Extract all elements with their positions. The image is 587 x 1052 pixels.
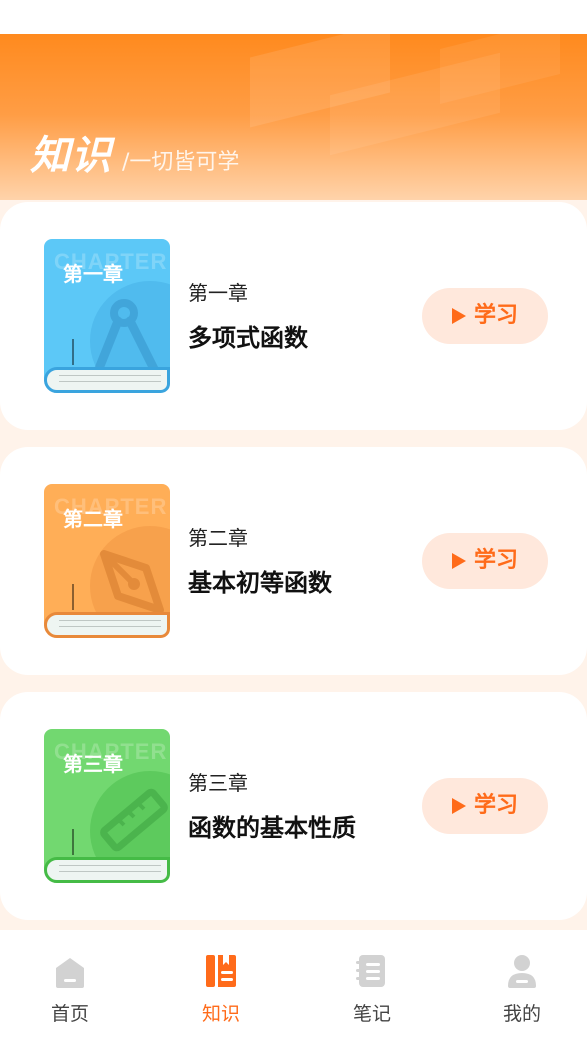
chapter-number: 第二章 <box>188 526 248 550</box>
chapter-title: 基本初等函数 <box>188 569 332 597</box>
bottom-tab-bar: 首页 知识 笔记 我的 <box>0 930 587 1052</box>
book-cover: CHAPTER 第三章 <box>44 729 170 869</box>
chapter-title: 多项式函数 <box>188 324 308 352</box>
notebook-icon <box>356 955 385 987</box>
book-cover-label: 第一章 <box>63 262 123 286</box>
tab-profile[interactable]: 我的 <box>472 950 572 1040</box>
book-cover-label: 第三章 <box>63 752 123 776</box>
study-button-label: 学习 <box>473 793 518 818</box>
chapter-book-cover: CHAPTER 第二章 <box>44 484 170 638</box>
tab-label: 我的 <box>502 1003 541 1025</box>
tab-notes[interactable]: 笔记 <box>322 950 422 1040</box>
status-bar <box>0 0 587 34</box>
book-pages <box>44 612 170 638</box>
study-button[interactable]: 学习 <box>422 778 548 834</box>
book-icon <box>206 955 236 987</box>
book-pages <box>44 367 170 393</box>
pen-nib-icon <box>100 550 164 614</box>
tab-home[interactable]: 首页 <box>20 950 120 1040</box>
chapter-title: 函数的基本性质 <box>188 814 356 842</box>
book-bookmark <box>72 339 74 365</box>
chapter-number: 第一章 <box>188 281 248 305</box>
chapter-card-3[interactable]: CHAPTER 第三章 第三章 函数的基本性质 学习 <box>0 692 587 920</box>
tab-label: 知识 <box>201 1003 240 1025</box>
book-bookmark <box>72 584 74 610</box>
study-button[interactable]: 学习 <box>422 533 548 589</box>
home-icon <box>56 958 84 988</box>
page-subtitle: /一切皆可学 <box>122 150 240 175</box>
tab-knowledge[interactable]: 知识 <box>171 950 271 1040</box>
page-title: 知识 <box>30 133 112 179</box>
book-pages <box>44 857 170 883</box>
study-button-label: 学习 <box>473 548 518 573</box>
book-cover: CHAPTER 第二章 <box>44 484 170 624</box>
book-cover-label: 第二章 <box>63 507 123 531</box>
header-decoration <box>440 34 560 104</box>
chapter-book-cover: CHAPTER 第一章 <box>44 239 170 393</box>
chapter-card-1[interactable]: CHAPTER 第一章 第一章 多项式函数 学习 <box>0 202 587 430</box>
chapter-book-cover: CHAPTER 第三章 <box>44 729 170 883</box>
chapter-card-2[interactable]: CHAPTER 第二章 第二章 基本初等函数 学习 <box>0 447 587 675</box>
book-bookmark <box>72 829 74 855</box>
user-icon <box>508 955 536 988</box>
chapter-number: 第三章 <box>188 771 248 795</box>
tab-label: 首页 <box>50 1003 89 1025</box>
ruler-icon <box>100 788 168 852</box>
study-button[interactable]: 学习 <box>422 288 548 344</box>
play-icon <box>451 798 466 814</box>
book-cover: CHAPTER 第一章 <box>44 239 170 379</box>
play-icon <box>451 308 466 324</box>
play-icon <box>451 553 466 569</box>
compass-icon <box>93 299 159 376</box>
study-button-label: 学习 <box>473 303 518 328</box>
tab-label: 笔记 <box>352 1003 391 1025</box>
